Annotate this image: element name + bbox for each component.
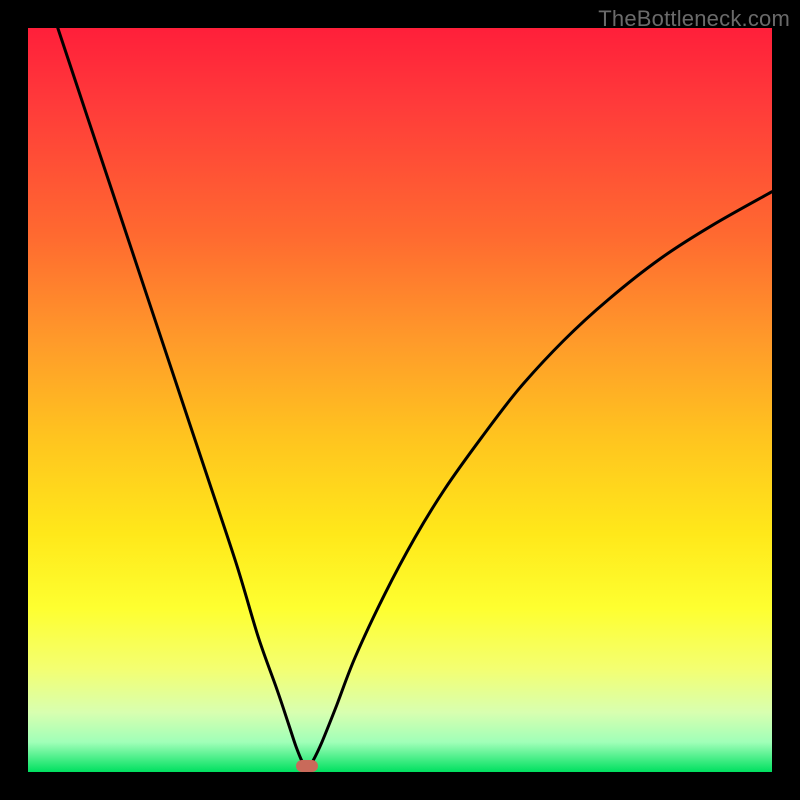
chart-frame: TheBottleneck.com <box>0 0 800 800</box>
bottleneck-curve <box>28 28 772 772</box>
optimal-marker <box>296 760 318 772</box>
watermark-text: TheBottleneck.com <box>598 6 790 32</box>
plot-area <box>28 28 772 772</box>
curve-path <box>58 28 772 769</box>
